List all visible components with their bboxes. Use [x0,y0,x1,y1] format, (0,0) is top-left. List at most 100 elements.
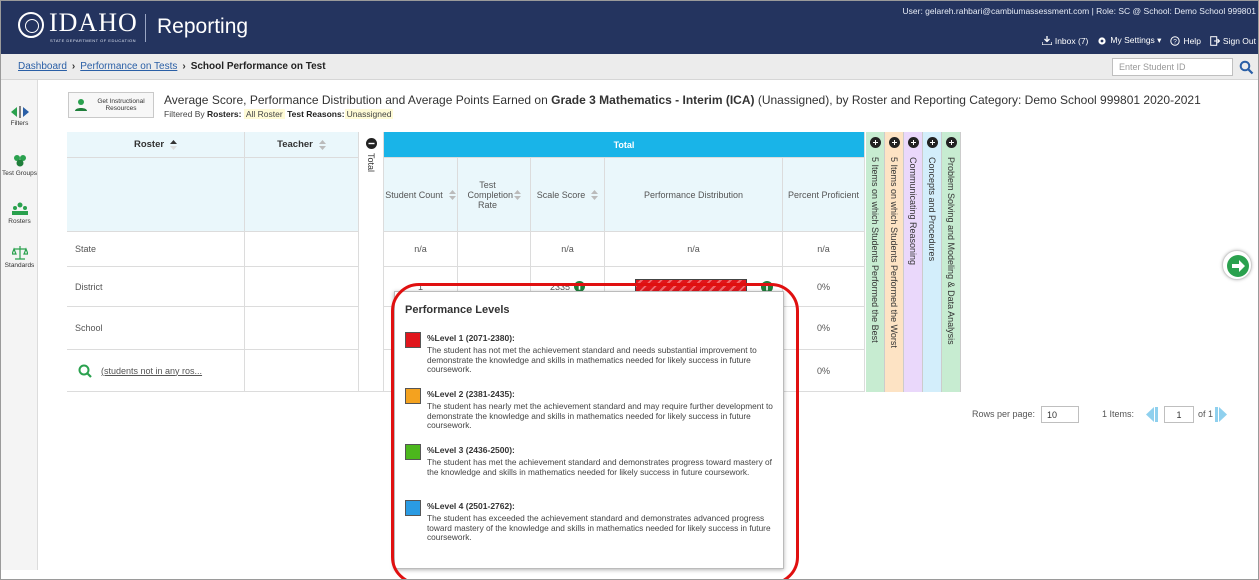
breadcrumb-bar: Dashboard › Performance on Tests › School Pe… [1,54,1258,80]
rail-standards[interactable]: Standards [1,246,38,269]
help-link[interactable]: ? Help [1170,35,1201,46]
level-name: %Level 4 (2501-2762): [427,501,515,511]
sign-out-label: Sign Out [1222,35,1256,46]
roster-detail-magnifier-icon[interactable] [78,364,92,378]
rows-per-page-input[interactable]: 10 [1041,406,1079,423]
reporting-category-column[interactable]: 5 Items on which Students Performed the … [885,132,904,392]
next-page-icon[interactable] [1214,406,1230,423]
help-label: Help [1183,35,1201,46]
rosters-icon [11,202,28,215]
roster-row-label: District [75,281,103,292]
total-collapsed-label: Total [366,153,376,173]
roster-header-label: Roster [133,139,165,150]
rows-per-page-label: Rows per page: [972,409,1036,419]
search-icon[interactable] [1239,60,1254,75]
logo-divider [145,14,146,42]
scale-score-label: Scale Score [536,189,586,200]
get-instructional-resources-button[interactable]: Get Instructional Resources [68,92,154,118]
reporting-category-label: 5 Items on which Students Performed the … [870,157,880,343]
expand-plus-icon[interactable] [946,137,957,148]
rail-test-groups-label: Test Groups [1,170,38,177]
level-description: The student has exceeded the achievement… [427,513,771,542]
arrow-right-icon [1227,255,1249,277]
svg-text:?: ? [1174,38,1178,45]
student-count-header[interactable]: Student Count [384,158,458,232]
filter-arrows-icon [10,106,29,118]
scale-score-value: n/a [561,244,574,254]
sign-out-link[interactable]: Sign Out [1210,36,1256,46]
level-color-swatch [405,500,421,516]
top-bar: IDAHO STATE DEPARTMENT OF EDUCATION Repo… [1,1,1258,54]
scale-score-value: 2335 [549,281,571,292]
sign-out-icon [1210,35,1220,46]
performance-levels-popup: Performance Levels %Level 1 (2071-2380):… [394,291,784,569]
reporting-category-column[interactable]: Communicating Reasoning [904,132,923,392]
filter-prefix: Filtered By [164,109,205,119]
test-groups-icon [13,155,26,167]
reporting-category-label: Concepts and Procedures [927,157,937,262]
roster-row-label: State [75,244,97,254]
teacher-header-label: Teacher [277,139,313,150]
table-row-scale-score: n/a [531,232,605,267]
help-icon: ? [1170,35,1181,46]
left-rail: Filters Test Groups Rosters Standards [1,80,38,570]
roster-row-link[interactable]: (students not in any ros... [101,366,202,376]
prev-page-icon[interactable] [1143,406,1159,423]
total-group-header: Total [384,132,865,158]
table-row-percent-proficient: n/a [783,232,865,267]
breadcrumb-performance-on-tests[interactable]: Performance on Tests [80,61,177,72]
table-row-teacher [245,232,359,267]
inbox-icon [1041,36,1052,45]
expand-plus-icon[interactable] [908,137,919,148]
reporting-category-column[interactable]: 5 Items on which Students Performed the … [866,132,885,392]
page-of-total: of 1 [1198,409,1214,419]
sort-icon [591,189,599,200]
sort-icon [318,139,326,150]
my-settings-link[interactable]: My Settings ▾ [1097,35,1161,46]
breadcrumb: Dashboard › Performance on Tests › School Pe… [18,61,326,72]
sort-icon [448,189,456,200]
expand-plus-icon[interactable] [870,137,881,148]
table-row-roster: School [67,307,245,350]
next-columns-button[interactable] [1222,250,1252,280]
rail-rosters[interactable]: Rosters [1,202,38,225]
inbox-link[interactable]: Inbox (7) [1041,36,1088,46]
top-actions: Inbox (7) My Settings ▾ ? Help Sign Out [1041,35,1256,46]
level-name: %Level 3 (2436-2500): [427,445,515,455]
rail-standards-label: Standards [4,262,35,269]
expand-plus-icon[interactable] [927,137,938,148]
popup-title: Performance Levels [405,304,510,316]
completion-rate-header[interactable]: Test Completion Rate [458,158,531,232]
total-collapsed-column[interactable]: Total [359,132,384,392]
items-count: 1 Items: [1102,409,1135,419]
roster-header-spacer [67,158,245,232]
table-row-distribution: n/a [605,232,783,267]
expand-plus-icon[interactable] [889,137,900,148]
student-count-label: Student Count [385,189,443,200]
reporting-category-column[interactable]: Concepts and Procedures [923,132,942,392]
breadcrumb-dashboard[interactable]: Dashboard [18,61,67,72]
page-title: Average Score, Performance Distribution … [164,93,1201,107]
rail-test-groups[interactable]: Test Groups [1,154,38,177]
reporting-category-column[interactable]: Problem Solving and Modeling & Data Anal… [942,132,961,392]
student-id-input[interactable]: Enter Student ID [1112,58,1233,76]
level-color-swatch [405,388,421,404]
table-row-percent-proficient: 0% [783,350,865,392]
app-title: Reporting [157,15,249,38]
gear-icon [1098,36,1106,45]
collapse-minus-icon[interactable] [365,138,377,149]
sort-icon [513,189,521,200]
scale-score-header[interactable]: Scale Score [531,158,605,232]
percent-proficient-header: Percent Proficient [783,158,865,232]
table-row-roster: District [67,267,245,307]
rail-filters[interactable]: Filters [1,106,38,127]
standards-scale-icon [11,246,28,260]
page-number-input[interactable]: 1 [1164,406,1194,423]
table-row-percent-proficient: 0% [783,307,865,350]
table-row-teacher [245,267,359,307]
instructional-line2: Resources [105,105,137,112]
rail-rosters-label: Rosters [8,218,31,225]
roster-column-header[interactable]: Roster [67,132,245,158]
teacher-column-header[interactable]: Teacher [245,132,359,158]
filter-reasons-value: Unassigned [344,109,394,119]
